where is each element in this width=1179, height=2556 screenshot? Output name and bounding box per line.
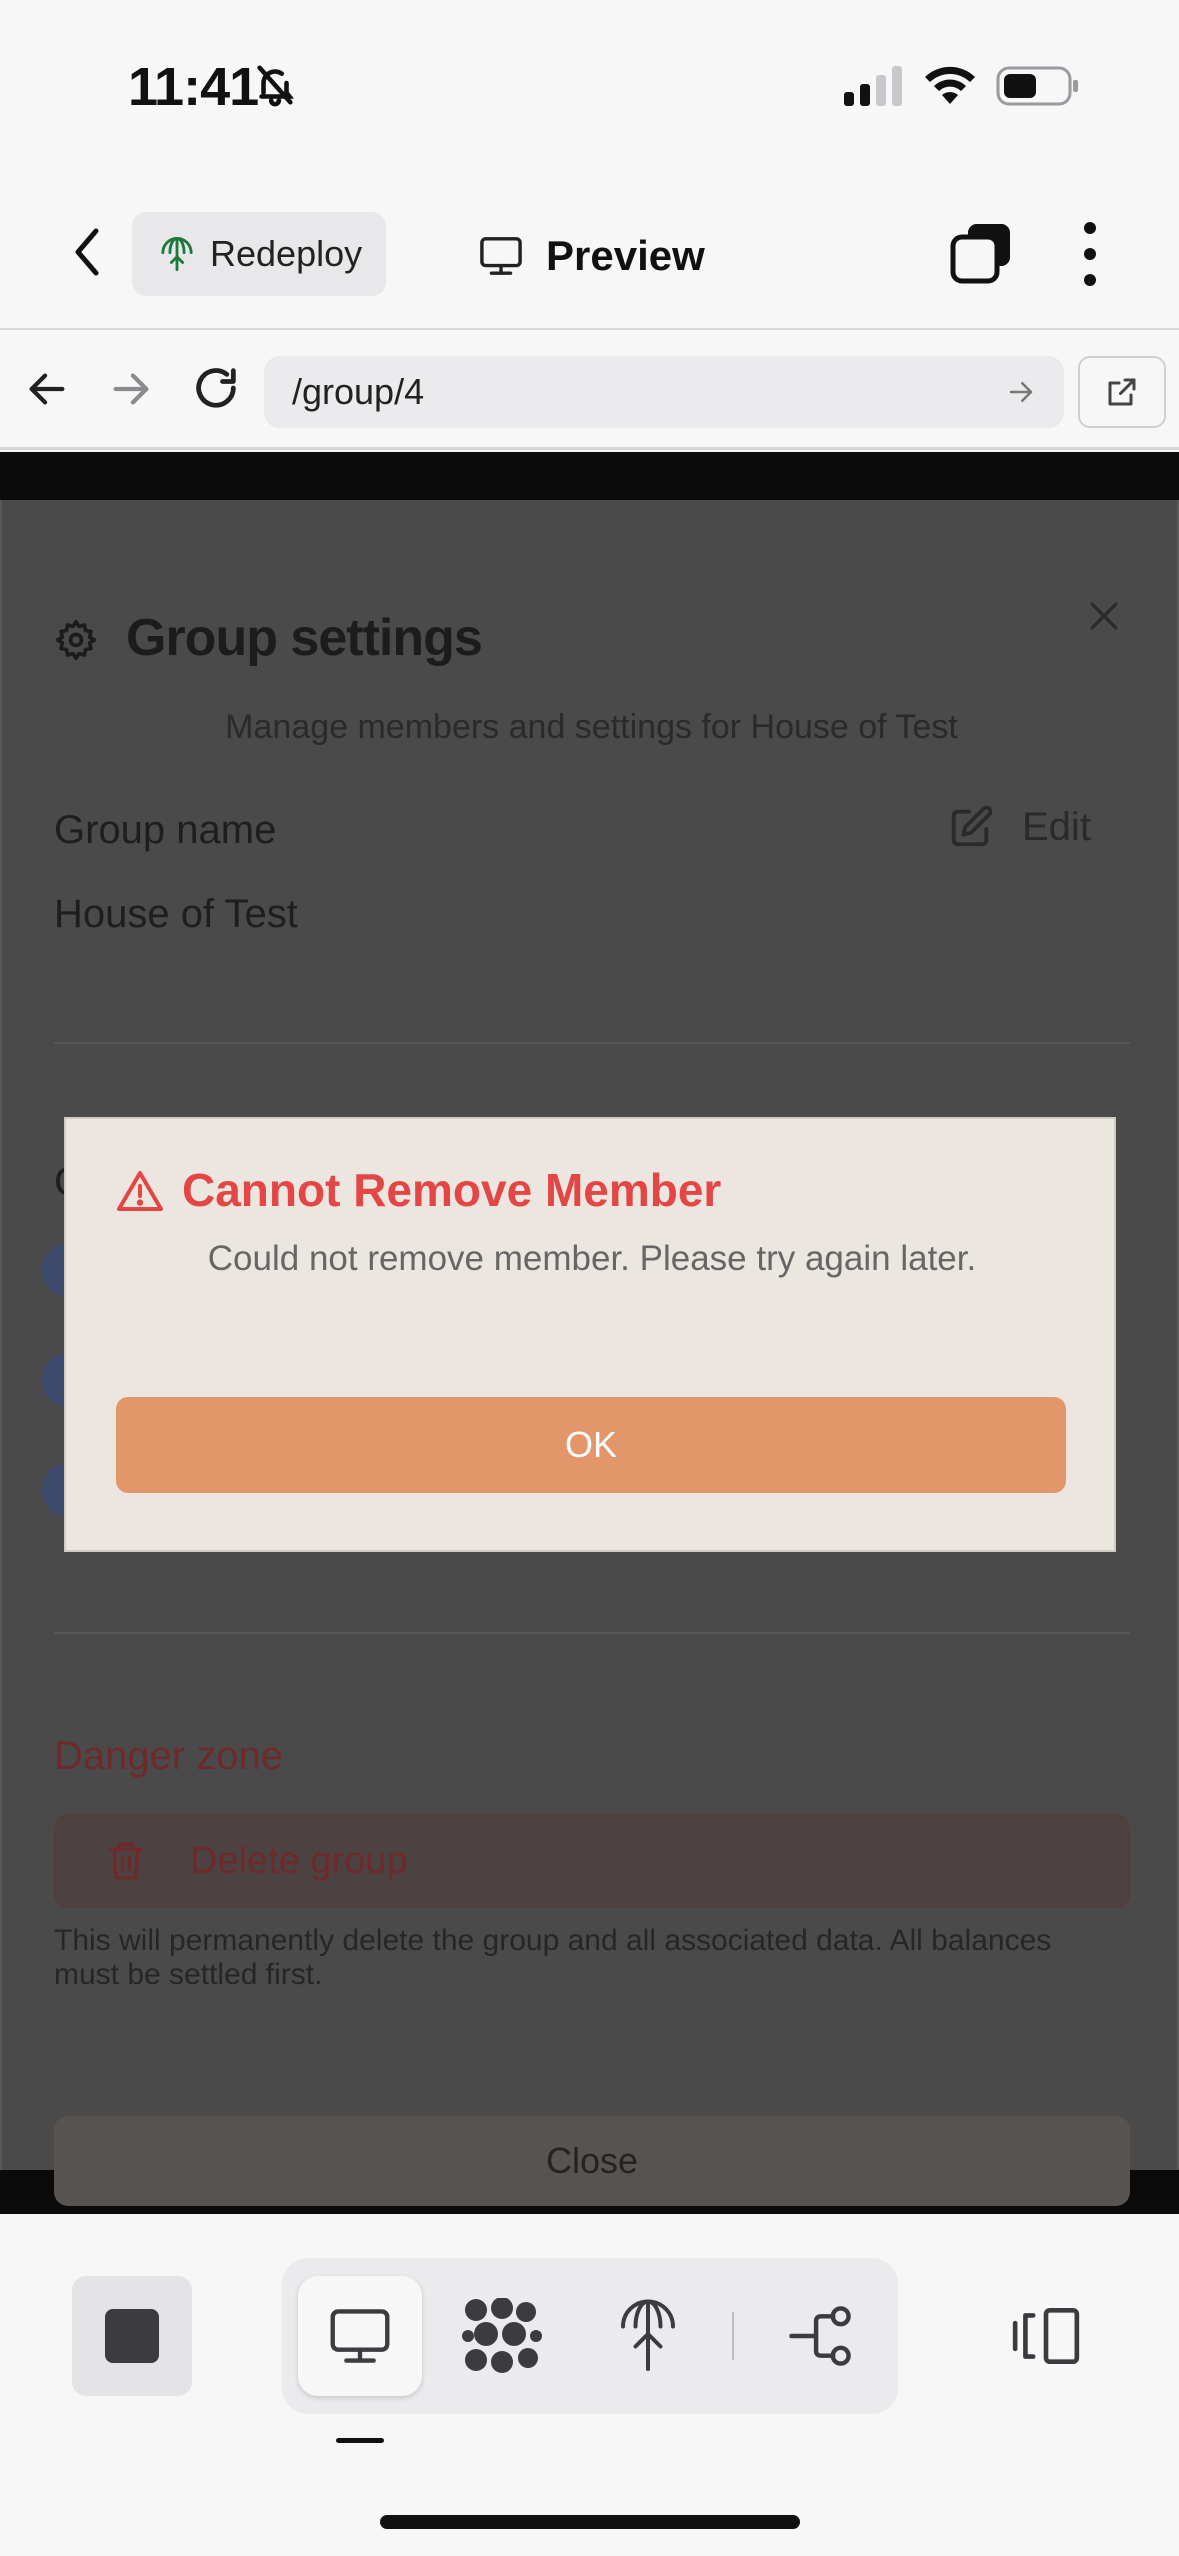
url-input[interactable]: /group/4 xyxy=(264,356,1064,428)
close-icon[interactable] xyxy=(1084,596,1124,641)
divider xyxy=(54,1632,1130,1634)
stop-button[interactable] xyxy=(72,2276,192,2396)
panel-toggle-icon[interactable] xyxy=(1010,2304,1082,2373)
status-time: 11:41 xyxy=(128,57,259,117)
toolbar-separator xyxy=(732,2312,734,2360)
url-text: /group/4 xyxy=(292,371,425,412)
home-indicator xyxy=(380,2515,800,2529)
ok-button[interactable]: OK xyxy=(116,1397,1066,1493)
active-tab-indicator xyxy=(336,2438,384,2443)
group-name-value: House of Test xyxy=(54,892,298,936)
edit-label: Edit xyxy=(1022,804,1091,849)
more-options-icon[interactable] xyxy=(1070,222,1110,286)
web-viewport: Group settings Manage members and settin… xyxy=(0,452,1179,2214)
go-arrow-icon[interactable] xyxy=(1006,377,1036,407)
stop-icon xyxy=(105,2309,159,2363)
deploy-icon xyxy=(161,236,193,272)
battery-icon xyxy=(996,66,1080,111)
arrow-right-icon[interactable] xyxy=(108,366,154,417)
modal-subtitle: Manage members and settings for House of… xyxy=(225,708,958,746)
redeploy-label: Redeploy xyxy=(210,233,363,274)
preview-label: Preview xyxy=(546,232,705,279)
desktop-mode-button[interactable] xyxy=(298,2276,422,2396)
group-name-label: Group name xyxy=(54,808,277,852)
delete-warning-text: This will permanently delete the group a… xyxy=(54,1924,1052,1991)
deploy-mode-icon[interactable] xyxy=(618,2294,678,2379)
warning-icon xyxy=(116,1169,164,1218)
arrow-left-icon[interactable] xyxy=(24,366,70,417)
cellular-signal-icon xyxy=(844,66,904,111)
tabs-icon[interactable] xyxy=(950,222,1012,289)
close-button[interactable]: Close xyxy=(54,2116,1130,2206)
alert-message: Could not remove member. Please try agai… xyxy=(207,1239,977,1278)
danger-zone-label: Danger zone xyxy=(54,1734,284,1778)
redeploy-button[interactable]: Redeploy xyxy=(132,212,386,296)
divider xyxy=(54,1042,1130,1044)
flow-icon[interactable] xyxy=(786,2304,856,2373)
wifi-icon xyxy=(922,60,978,109)
desktop-icon xyxy=(330,2309,390,2363)
alert-title: Cannot Remove Member xyxy=(182,1164,722,1216)
trash-icon xyxy=(109,1842,143,1880)
external-link-icon xyxy=(1108,378,1136,406)
modal-title: Group settings xyxy=(126,609,483,667)
mesh-icon[interactable] xyxy=(462,2297,542,2379)
reload-icon[interactable] xyxy=(190,362,242,419)
alert-dialog: Cannot Remove Member Could not remove me… xyxy=(64,1117,1116,1552)
delete-group-button[interactable]: Delete group xyxy=(54,1814,1130,1908)
gear-icon xyxy=(54,618,98,667)
delete-group-label: Delete group xyxy=(190,1839,408,1882)
edit-icon xyxy=(951,805,993,847)
preview-tab[interactable]: Preview xyxy=(478,226,705,286)
chevron-left-icon xyxy=(75,228,99,276)
edit-group-name-button[interactable]: Edit xyxy=(948,804,1091,850)
monitor-icon xyxy=(480,237,522,275)
back-button[interactable] xyxy=(62,222,112,282)
bell-slash-icon xyxy=(252,62,298,113)
open-external-button[interactable] xyxy=(1078,356,1166,428)
